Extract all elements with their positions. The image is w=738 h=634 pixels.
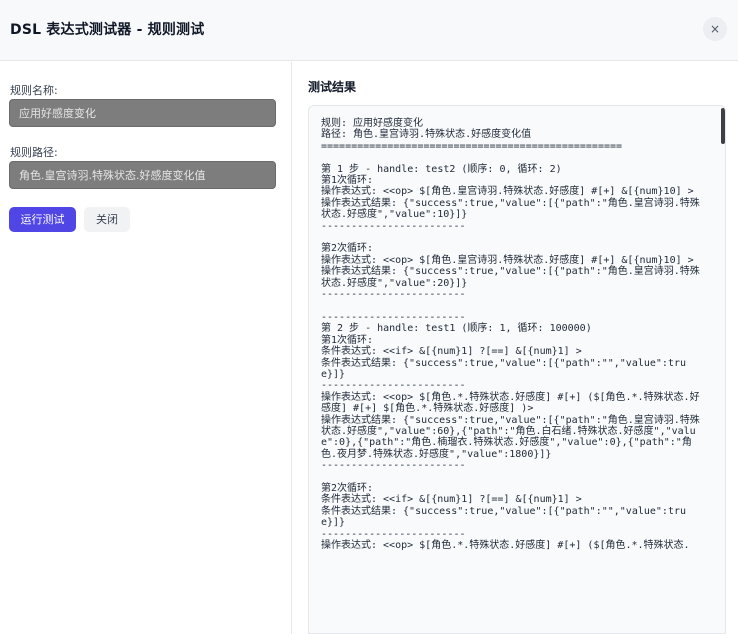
close-button[interactable]: 关闭 bbox=[84, 207, 130, 232]
close-icon[interactable]: × bbox=[703, 17, 727, 41]
rule-name-input[interactable] bbox=[9, 99, 276, 127]
dialog-title: DSL 表达式测试器 - 规则测试 bbox=[10, 22, 205, 38]
dialog-header: DSL 表达式测试器 - 规则测试 × bbox=[0, 0, 738, 61]
rule-name-label: 规则名称: bbox=[10, 84, 58, 97]
results-title: 测试结果 bbox=[308, 80, 357, 94]
rule-path-input[interactable] bbox=[9, 161, 276, 189]
results-text: 规则: 应用好感度变化 路径: 角色.皇宫诗羽.特殊状态.好感度变化值 ====… bbox=[321, 118, 700, 552]
rule-form-panel: 规则名称: 规则路径: 运行测试 关闭 bbox=[0, 62, 292, 634]
results-output[interactable]: 规则: 应用好感度变化 路径: 角色.皇宫诗羽.特殊状态.好感度变化值 ====… bbox=[308, 105, 726, 634]
scrollbar-thumb[interactable] bbox=[721, 108, 725, 144]
rule-path-label: 规则路径: bbox=[10, 146, 58, 159]
run-test-button[interactable]: 运行测试 bbox=[9, 207, 76, 232]
